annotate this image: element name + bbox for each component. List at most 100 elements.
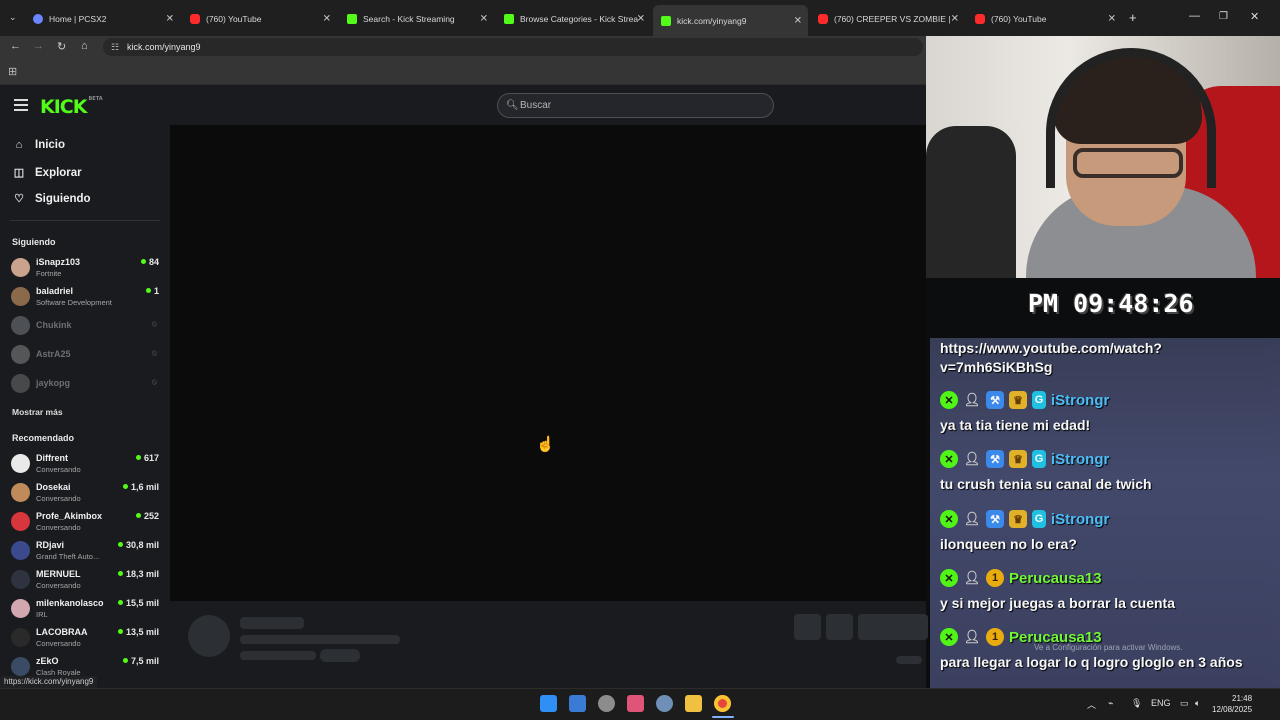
browser-tab[interactable]: Browse Categories - Kick Strea ✕: [496, 7, 651, 31]
app-icon[interactable]: [598, 695, 615, 712]
nav-label: Inicio: [35, 139, 66, 151]
nav-item-siguiendo[interactable]: ♡ Siguiendo: [12, 192, 91, 206]
avatar: [11, 454, 30, 473]
chat-message: ya ta tia tiene mi edad!: [940, 417, 1091, 433]
avatar: [11, 570, 30, 589]
following-channel[interactable]: iSnapz103 Fortnite 84: [11, 255, 159, 281]
browser-tab[interactable]: Search - Kick Streaming ✕: [339, 7, 494, 31]
browser-tab-active[interactable]: kick.com/yinyang9 ✕: [653, 5, 808, 36]
menu-icon[interactable]: [14, 99, 28, 111]
browser-tab[interactable]: (760) YouTube ✕: [967, 7, 1122, 31]
viewer-count: 1: [146, 286, 159, 296]
recommended-channel[interactable]: Profe_Akimbox Conversando 252: [11, 509, 159, 535]
following-channel[interactable]: baladriel Software Development 1: [11, 284, 159, 310]
kick-logo[interactable]: KICK BETA: [40, 96, 103, 118]
tab-label: Search - Kick Streaming: [363, 14, 455, 24]
channel-category: Conversando: [36, 465, 81, 474]
moderator-badge-icon: ⚒: [986, 510, 1004, 528]
file-explorer-icon[interactable]: [685, 695, 702, 712]
divider: [10, 220, 160, 221]
site-info-icon[interactable]: ☷: [111, 38, 119, 56]
nav-item-explorar[interactable]: ◫ Explorar: [12, 166, 82, 180]
following-channel-offline[interactable]: AstrA25 ⦸: [11, 342, 159, 368]
browser-tab[interactable]: (760) CREEPER VS ZOMBIE | ES ✕: [810, 7, 965, 31]
browser-tab[interactable]: (760) YouTube ✕: [182, 7, 337, 31]
reload-icon[interactable]: ↻: [57, 40, 66, 53]
restore-icon[interactable]: ❐: [1219, 11, 1228, 22]
tab-label: (760) CREEPER VS ZOMBIE | ES: [834, 14, 952, 24]
close-tab-icon[interactable]: ✕: [480, 14, 488, 25]
home-icon: ⌂: [15, 139, 23, 151]
minimize-icon[interactable]: —: [1189, 10, 1200, 22]
kick-badge-icon: ✕: [940, 391, 958, 409]
close-tab-icon[interactable]: ✕: [166, 14, 174, 25]
taskbar-clock[interactable]: 21:48 12/08/2025: [1212, 693, 1252, 715]
close-tab-icon[interactable]: ✕: [323, 14, 331, 25]
url-field[interactable]: ☷ kick.com/yinyang9: [103, 38, 923, 56]
close-tab-icon[interactable]: ✕: [951, 14, 959, 25]
avatar: [11, 657, 30, 676]
avatar: [11, 541, 30, 560]
gifter-badge-icon: G: [1032, 510, 1046, 528]
following-channel-offline[interactable]: Chukink ⦸: [11, 313, 159, 339]
recommended-channel[interactable]: Diffrent Conversando 617: [11, 451, 159, 477]
avatar: [11, 512, 30, 531]
network-icon[interactable]: ⌁: [1108, 698, 1113, 709]
user-badge-icon: 👤︎: [963, 629, 981, 644]
new-tab-icon[interactable]: +: [1129, 10, 1137, 25]
browser-tab[interactable]: Home | PCSX2 ✕: [25, 7, 180, 31]
recommended-channel[interactable]: MERNUEL Conversando 18,3 mil: [11, 567, 159, 593]
compass-icon: ◫: [13, 167, 25, 179]
apps-grid-icon[interactable]: ⊞: [8, 65, 17, 78]
chat-username: iStrongr: [1051, 450, 1110, 468]
forward-icon[interactable]: →: [33, 40, 44, 52]
recommended-channel[interactable]: Dosekai Conversando 1,6 mil: [11, 480, 159, 506]
avatar: [11, 345, 30, 364]
close-window-icon[interactable]: ✕: [1250, 10, 1259, 23]
channel-category: Grand Theft Auto...: [36, 552, 100, 561]
close-tab-icon[interactable]: ✕: [1108, 14, 1116, 25]
search-input[interactable]: 🔍︎ Buscar: [497, 93, 774, 118]
recommended-channel[interactable]: LACOBRAA Conversando 13,5 mil: [11, 625, 159, 651]
chat-message: y si mejor juegas a borrar la cuenta: [940, 595, 1175, 611]
viewer-count: 15,5 mil: [118, 598, 159, 608]
windows-start-icon[interactable]: [540, 695, 557, 712]
nav-item-inicio[interactable]: ⌂ Inicio: [12, 139, 65, 151]
recommended-channel[interactable]: RDjavi Grand Theft Auto... 30,8 mil: [11, 538, 159, 564]
chat-overlay: https://www.youtube.com/watch? v=7mh6SiK…: [930, 338, 1280, 688]
tab-label: kick.com/yinyang9: [677, 15, 747, 26]
volume-icon[interactable]: 🔈︎: [1195, 698, 1200, 709]
display-icon[interactable]: ▭: [1180, 698, 1189, 709]
chat-username: iStrongr: [1051, 510, 1110, 528]
recommended-channel[interactable]: milenkanolasco IRL 15,5 mil: [11, 596, 159, 622]
settings-icon[interactable]: [656, 695, 673, 712]
notepad-icon[interactable]: [569, 695, 586, 712]
clock-time: 21:48: [1232, 694, 1253, 703]
microphone-icon[interactable]: 🎙︎: [1131, 698, 1142, 709]
video-player[interactable]: [170, 125, 926, 601]
app-icon[interactable]: [627, 695, 644, 712]
search-placeholder: Buscar: [520, 100, 552, 111]
language-indicator[interactable]: ENG: [1151, 698, 1171, 708]
show-more-link[interactable]: Mostrar más: [12, 407, 63, 417]
viewer-count: 84: [141, 257, 159, 267]
viewer-count: 1,6 mil: [123, 482, 159, 492]
user-badge-icon: 👤︎: [963, 511, 981, 526]
tab-search-icon[interactable]: ⌄: [9, 12, 17, 23]
avatar: [11, 628, 30, 647]
hand-cursor-icon: ☝: [536, 436, 555, 453]
chat-message: para llegar a logar lo q logro gloglo en…: [940, 654, 1243, 670]
following-channel-offline[interactable]: jaykopg ⦸: [11, 371, 159, 397]
channel-category: Conversando: [36, 523, 81, 532]
crown-badge-icon: ♛: [1009, 510, 1027, 528]
offline-icon: ⦸: [151, 348, 157, 357]
chrome-icon[interactable]: [714, 695, 731, 712]
status-url-tooltip: https://kick.com/yinyang9: [0, 676, 98, 688]
close-tab-icon[interactable]: ✕: [637, 14, 645, 25]
home-browser-icon[interactable]: ⌂: [81, 40, 88, 52]
back-icon[interactable]: ←: [10, 40, 21, 52]
chat-message: tu crush tenia su canal de twich: [940, 476, 1152, 492]
viewer-count: 13,5 mil: [118, 627, 159, 637]
close-tab-icon[interactable]: ✕: [794, 15, 802, 26]
tray-overflow-icon[interactable]: ︿: [1087, 698, 1096, 711]
